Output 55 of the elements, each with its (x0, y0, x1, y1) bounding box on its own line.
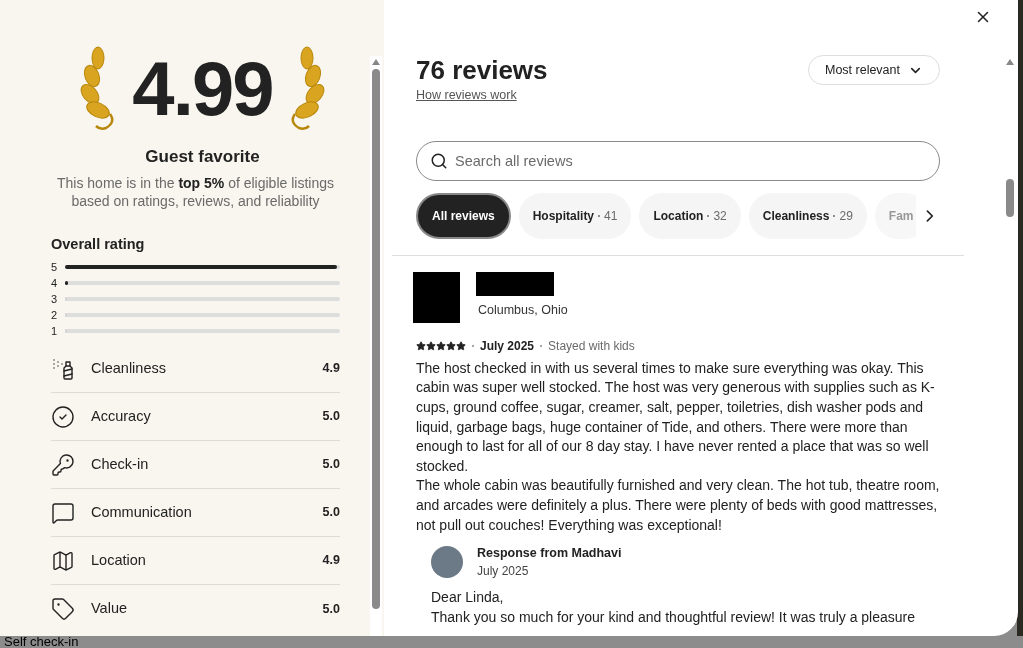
category-score: 5.0 (322, 408, 340, 426)
how-reviews-work-link[interactable]: How reviews work (416, 86, 548, 105)
badge-title: Guest favorite (144, 146, 261, 168)
response-text: Thank you so much for your kind and thoughtful review! It was truly a pleasure (431, 608, 917, 628)
category-label: Check-in (91, 454, 150, 474)
review-text: The host checked in with us several times to make sure everything was okay. This cabin was super well stocked. The host was very generous with supplies such as K-cups, ground coffee, sugar, creamer, salt, pepper, toiletries, dish washer pods and liquid, garbage bags, huge container of Tide, and others. There were more than enough to last for all of our 8 day stay. I have never rented a place that was so well stocked. (416, 358, 936, 476)
response-title: Response from Madhavi (477, 545, 622, 562)
rating-bar-label: 2 (51, 308, 57, 324)
filter-chip[interactable]: All reviews (416, 192, 511, 239)
rating-bar-label: 4 (51, 276, 57, 292)
scrollbar-thumb[interactable] (1006, 179, 1014, 217)
category-label: Location (91, 550, 147, 570)
star-icon (426, 340, 436, 351)
page-background-text: Self check-in (3, 636, 80, 648)
category-score: 4.9 (322, 360, 340, 378)
redacted-avatar (413, 271, 460, 323)
star-icon (416, 340, 426, 351)
search-icon (430, 151, 448, 170)
reviewer-location: Columbus, Ohio (478, 301, 568, 319)
search-field[interactable]: Search all reviews (416, 140, 940, 181)
rating-bar-label: 1 (51, 324, 57, 340)
filter-chip[interactable]: Cleanliness 29 (748, 192, 867, 239)
category-label: Communication (91, 502, 193, 522)
category-label: Cleanliness (91, 358, 167, 378)
review-text: The whole cabin was beautifully furnished and very clean. The hot tub, theatre room, and arcades were definitely a plus. There were plenty of beds with good mattresses, not pull out couches! Everything was exceptional! (416, 476, 941, 535)
tag-icon (51, 597, 75, 622)
star-icon (436, 340, 446, 351)
host-avatar (431, 546, 463, 579)
category-label: Value (91, 599, 128, 619)
reviews-title: 76 reviews (416, 54, 548, 86)
scroll-up-icon[interactable] (1006, 59, 1014, 65)
response-date: July 2025 (477, 563, 530, 580)
rating-bar-label: 3 (51, 292, 57, 308)
category-score: 4.9 (322, 552, 340, 570)
check-circle-icon (51, 404, 75, 429)
filter-chip[interactable]: Location 32 (639, 192, 741, 239)
category-label: Accuracy (91, 406, 152, 426)
rating-score: 4.99 (132, 51, 273, 127)
category-score: 5.0 (322, 504, 340, 522)
spray-bottle-icon (51, 356, 75, 381)
response-text: Dear Linda, (431, 588, 505, 608)
filter-chip[interactable]: Hospitality 41 (518, 192, 632, 239)
overall-rating-title: Overall rating (51, 234, 146, 254)
category-score: 5.0 (322, 600, 340, 618)
rating-bar-label: 5 (51, 260, 57, 276)
trip-type: Stayed with kids (548, 337, 635, 355)
speech-bubble-icon (51, 500, 75, 525)
key-icon (51, 452, 75, 477)
star-icon (456, 340, 466, 351)
category-score: 5.0 (322, 456, 340, 474)
review-date: July 2025 (480, 337, 535, 355)
scroll-up-icon[interactable] (372, 59, 380, 65)
badge-description: This home is in the top 5% of eligible listings based on ratings, reviews, and reliability (56, 173, 335, 210)
scrollbar-thumb[interactable] (372, 69, 380, 609)
star-icon (446, 340, 456, 351)
